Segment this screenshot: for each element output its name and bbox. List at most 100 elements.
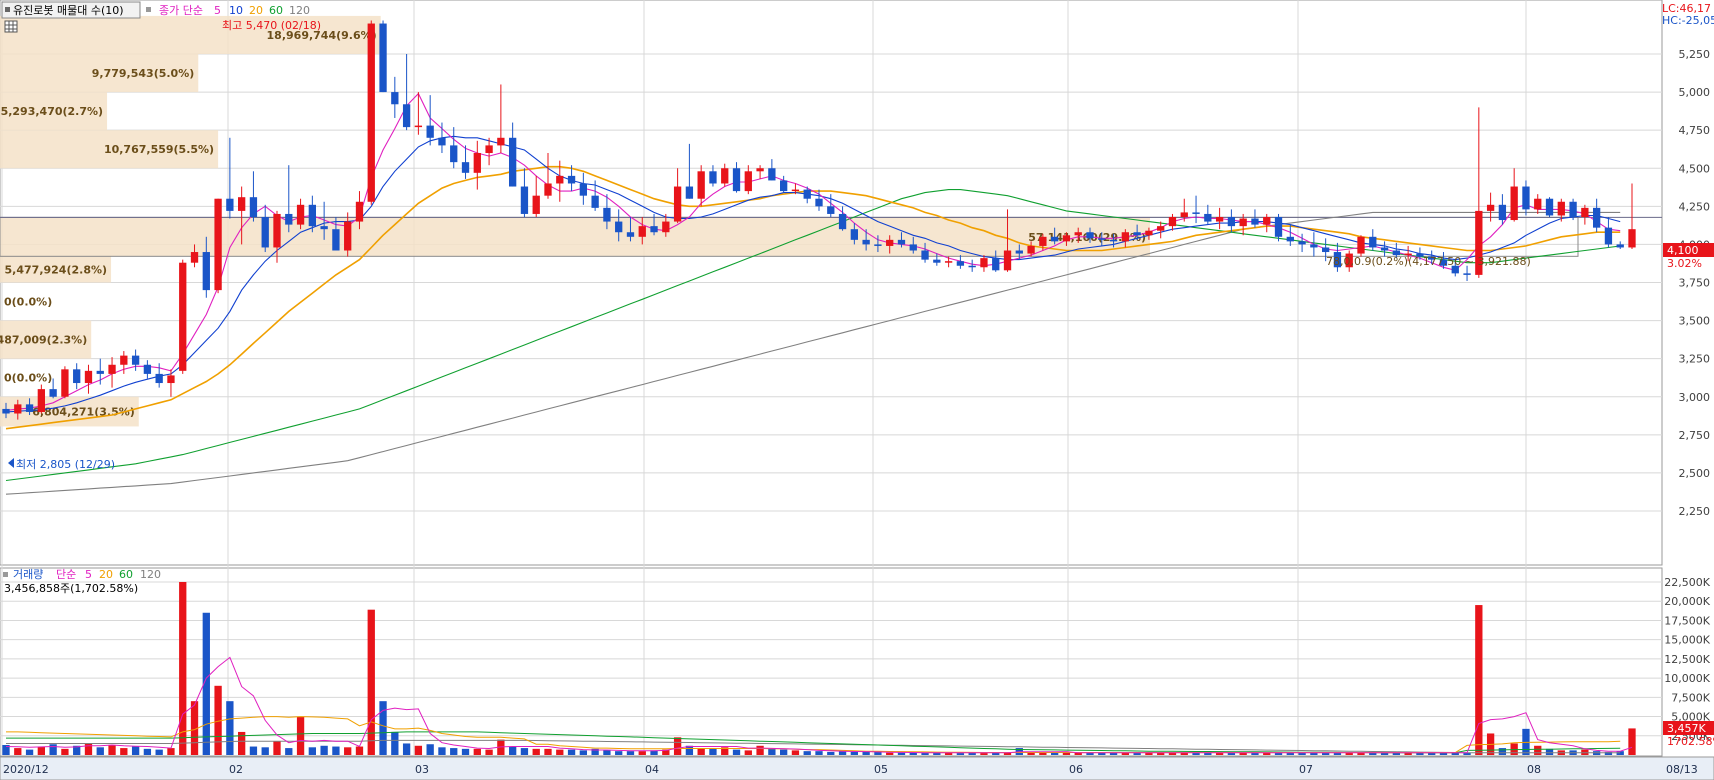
candle-body [308, 204, 317, 227]
candle-body [603, 207, 611, 222]
volume-ma-period-5: 5 [85, 568, 92, 581]
candle-body [167, 375, 175, 384]
candle-body [921, 250, 929, 260]
x-tick-label: 03 [415, 763, 429, 776]
volume-bar [803, 751, 811, 755]
candle-body [1251, 218, 1259, 225]
candle-body [944, 261, 953, 263]
candle-body [1569, 201, 1577, 217]
volume-bar [850, 751, 859, 755]
ma-legend-period-60: 60 [269, 4, 283, 17]
candle-body [473, 153, 481, 173]
volume-bar [579, 750, 588, 755]
volume-bar [308, 747, 317, 755]
volume-bar [320, 745, 328, 755]
candle-body [1027, 245, 1035, 254]
volume-bar [1050, 752, 1059, 755]
volume-bar [1475, 605, 1483, 755]
candle-body [202, 252, 210, 291]
candle-body [1133, 232, 1141, 236]
candle-body [721, 168, 729, 184]
candle-body [1380, 247, 1389, 251]
volume-bar [1628, 728, 1636, 755]
candle-body [73, 369, 81, 384]
volume-bar [402, 743, 411, 755]
candle-body [591, 195, 599, 208]
candle-body [1098, 238, 1106, 240]
high-price-note: 최고 5,470 (02/18) [222, 19, 321, 32]
legend-square-icon [146, 7, 151, 12]
price-tick-label: 4,250 [1679, 200, 1711, 213]
ma-legend-period-20: 20 [249, 4, 263, 17]
candle-body [1592, 207, 1601, 228]
candle-body [1215, 216, 1224, 222]
table-grid-icon[interactable] [4, 20, 18, 33]
volume-profile-label: 9,779,543(5.0%) [92, 67, 195, 80]
candle-body [791, 189, 800, 192]
candle-body [332, 229, 340, 251]
candle-body [367, 23, 375, 202]
price-tick-label: 4,750 [1679, 124, 1711, 137]
current-volume-pct: 1702.58% [1667, 735, 1714, 748]
current-price-value: 4,100 [1667, 244, 1699, 257]
volume-panel-frame [0, 567, 1663, 757]
x-tick-label: 04 [645, 763, 659, 776]
volume-tick-label: 20,000K [1664, 595, 1710, 608]
volume-bar [473, 748, 481, 755]
candle-body [120, 355, 128, 365]
volume-bar [791, 750, 800, 755]
candle-body [285, 213, 293, 225]
legend-square-icon [5, 7, 10, 12]
volume-panel-title: 거래량 [13, 568, 43, 581]
candle-body [355, 201, 364, 222]
current-price-tag: 4,100 3.02% [1663, 243, 1714, 270]
candle-body [756, 168, 764, 172]
candle-body [1534, 198, 1542, 210]
volume-bar [49, 744, 57, 755]
x-tick-label: 06 [1069, 763, 1083, 776]
x-axis-bar [0, 756, 1714, 780]
x-tick-label: 02 [229, 763, 243, 776]
volume-tick-label: 12,500K [1664, 653, 1710, 666]
candle-body [815, 198, 823, 207]
volume-bar [355, 746, 364, 755]
candle-body [1557, 201, 1565, 216]
candle-body [84, 370, 93, 384]
volume-bar [96, 747, 104, 755]
volume-bar [450, 748, 458, 755]
volume-bar [167, 748, 175, 755]
volume-tick-label: 7,500K [1671, 691, 1710, 704]
volume-bar [744, 750, 752, 755]
volume-bar [1498, 748, 1507, 755]
candle-body [744, 171, 752, 192]
volume-bar [532, 748, 540, 755]
volume-bar [626, 751, 635, 755]
candle-body [992, 258, 1000, 271]
volume-bar [980, 753, 988, 755]
candle-body [1522, 186, 1530, 210]
volume-bar [379, 701, 387, 755]
candle-body [1062, 235, 1071, 242]
candle-body [1074, 232, 1082, 236]
candle-body [1498, 204, 1507, 221]
volume-bar [862, 751, 870, 755]
candle-body [1463, 273, 1471, 275]
candle-body [261, 216, 269, 248]
volume-bar [391, 731, 399, 755]
price-panel-title[interactable]: 유진로봇 매물대 수(10) [13, 4, 124, 17]
volume-bar [638, 751, 646, 755]
candle-body [485, 145, 493, 154]
candle-body [1121, 232, 1130, 242]
candle-body [1180, 212, 1188, 217]
x-tick-label: 07 [1299, 763, 1313, 776]
candle-body [1510, 186, 1518, 221]
x-axis-end-label: 08/13 [1666, 763, 1698, 776]
current-price-pct: 3.02% [1667, 257, 1702, 270]
candle-body [1616, 244, 1624, 248]
candle-body [1168, 216, 1177, 227]
volume-profile-label: 0(0.0%) [4, 372, 52, 385]
price-tick-label: 3,500 [1679, 315, 1711, 328]
candle-body [249, 197, 258, 217]
volume-ma-period-60: 60 [119, 568, 133, 581]
candle-body [1239, 218, 1247, 227]
